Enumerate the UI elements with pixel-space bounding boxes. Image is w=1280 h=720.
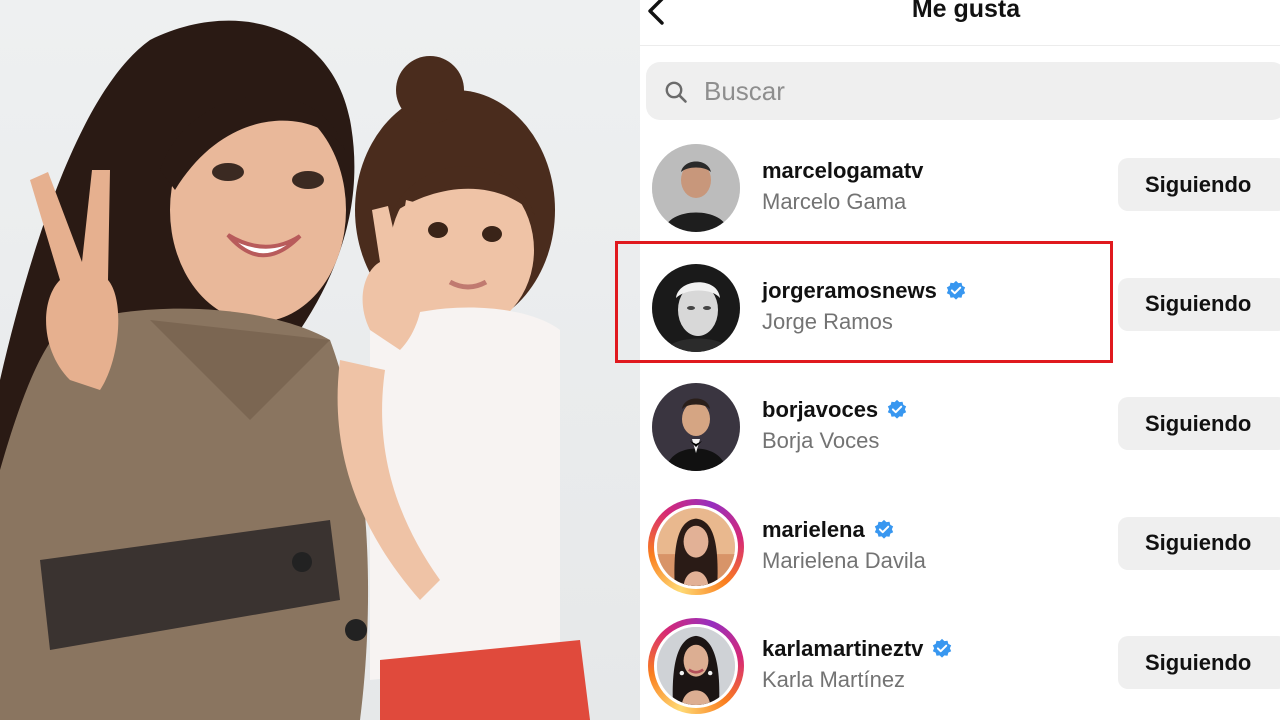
- user-row[interactable]: marcelogamatv Marcelo Gama Siguiendo: [640, 120, 1280, 240]
- following-button[interactable]: Siguiendo: [1118, 277, 1280, 331]
- username[interactable]: borjavoces: [762, 397, 908, 423]
- following-button[interactable]: Siguiendo: [1118, 636, 1280, 689]
- verified-badge-icon: [946, 280, 966, 300]
- likes-screen: Me gusta marcelogamatv: [640, 0, 1280, 720]
- full-name: Marielena Davila: [762, 547, 926, 573]
- search-input[interactable]: [704, 73, 1204, 109]
- avatar-story-ring[interactable]: [648, 498, 744, 595]
- page-title: Me gusta: [911, 0, 1021, 23]
- avatar-story-ring[interactable]: [648, 618, 744, 714]
- following-button[interactable]: Siguiendo: [1118, 397, 1280, 450]
- woman-and-girl-photo: [0, 20, 590, 720]
- user-row[interactable]: borjavoces Borja Voces Siguiendo: [640, 359, 1280, 479]
- full-name: Karla Martínez: [762, 667, 906, 692]
- username[interactable]: marcelogamatv: [762, 158, 923, 184]
- user-row[interactable]: karlamartineztv Karla Martínez Siguiendo: [640, 598, 1280, 718]
- verified-badge-icon: [888, 399, 907, 419]
- avatar[interactable]: [648, 260, 744, 356]
- username[interactable]: karlamartineztv: [762, 636, 953, 662]
- search-icon: [665, 81, 687, 103]
- following-button[interactable]: Siguiendo: [1118, 516, 1280, 570]
- username[interactable]: jorgeramosnews: [762, 278, 967, 304]
- following-button[interactable]: Siguiendo: [1118, 158, 1280, 211]
- verified-badge-icon: [933, 638, 952, 658]
- full-name: Borja Voces: [762, 428, 880, 453]
- avatar[interactable]: [648, 140, 744, 236]
- full-name: Marcelo Gama: [762, 189, 907, 214]
- top-bar: Me gusta: [640, 0, 1280, 46]
- verified-badge-icon: [874, 519, 893, 539]
- full-name: Jorge Ramos: [762, 308, 893, 334]
- user-row[interactable]: marielena Marielena Davila Siguiendo: [640, 479, 1280, 599]
- username[interactable]: marielena: [762, 517, 895, 543]
- avatar[interactable]: [648, 379, 744, 475]
- user-list: marcelogamatv Marcelo Gama Siguiendo jor…: [640, 120, 1280, 718]
- photo-panel: [0, 0, 640, 720]
- search-bar[interactable]: [646, 62, 1280, 120]
- user-row[interactable]: jorgeramosnews Jorge Ramos Siguiendo: [640, 240, 1280, 360]
